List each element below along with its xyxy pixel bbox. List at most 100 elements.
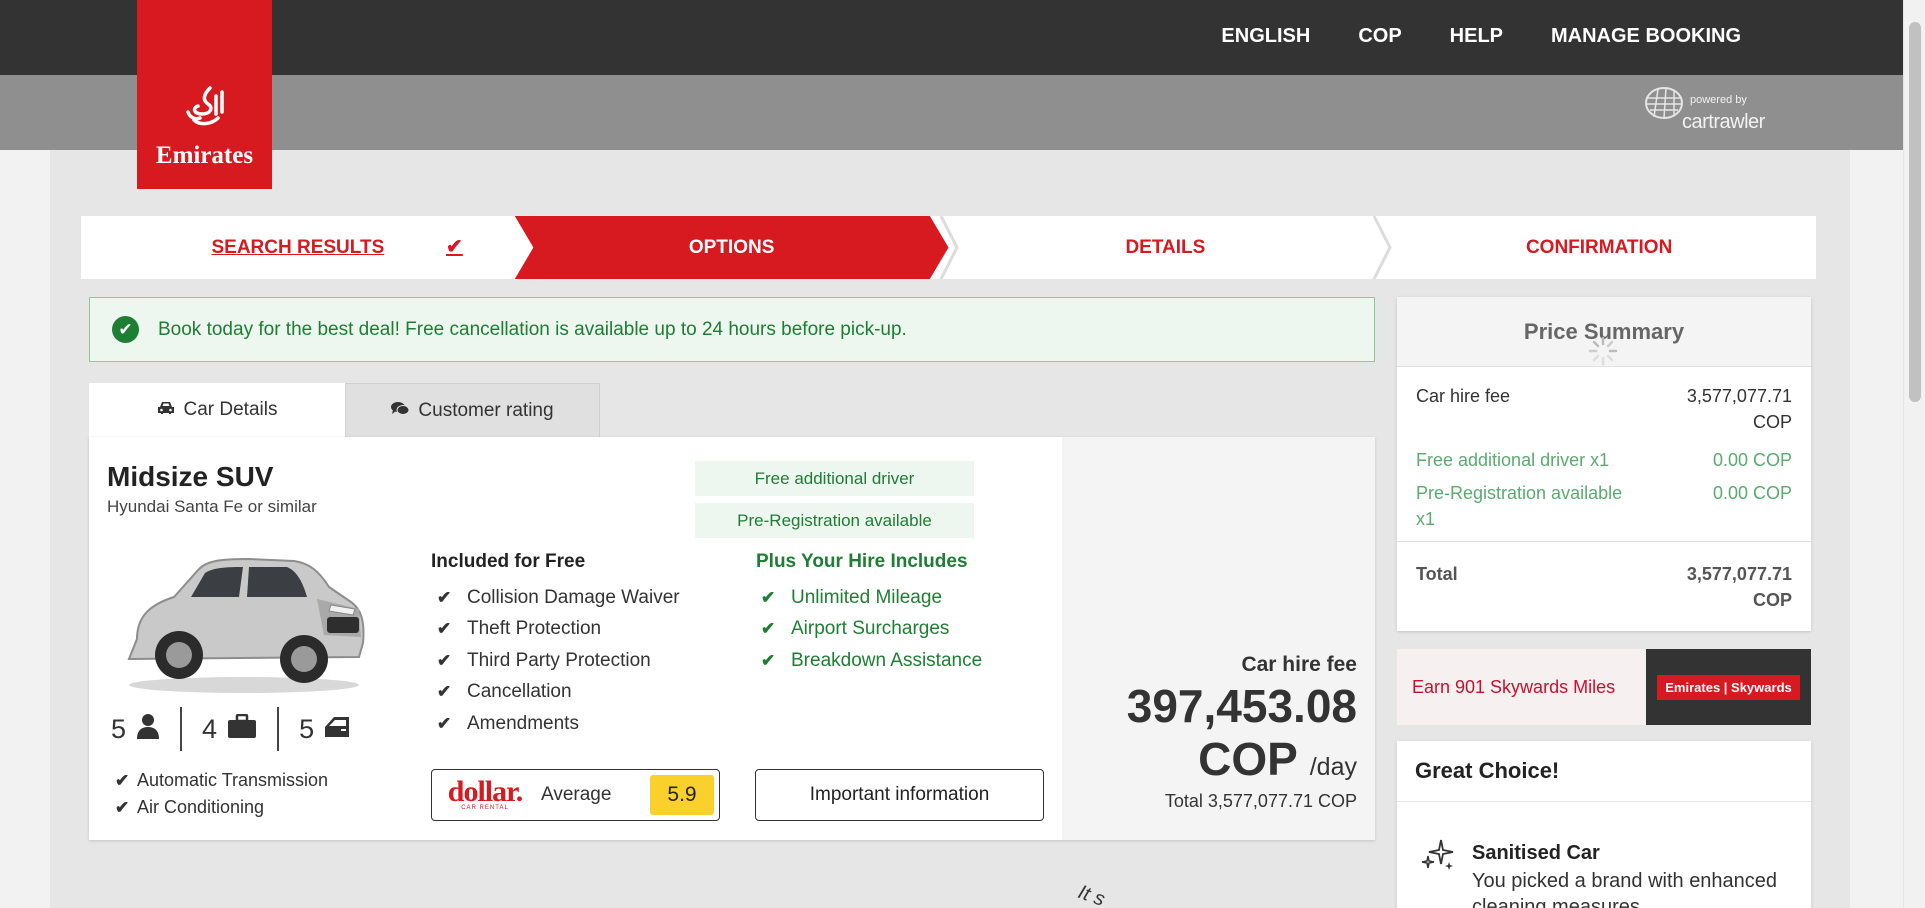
suitcase-icon bbox=[227, 713, 257, 745]
step-confirmation-label: CONFIRMATION bbox=[1525, 236, 1673, 258]
emirates-arabic-glyph bbox=[137, 84, 272, 141]
skywards-miles-text: Earn 901 Skywards Miles bbox=[1397, 649, 1646, 725]
tab-car-details[interactable]: Car Details bbox=[89, 383, 345, 437]
extra-transmission: Automatic Transmission bbox=[137, 770, 329, 790]
car-category: Midsize SUV bbox=[107, 461, 274, 492]
check-icon: ✔ bbox=[761, 587, 776, 607]
price-panel: Car hire fee 397,453.08 COP /day Total 3… bbox=[1062, 437, 1375, 840]
summary-row-label: Free additional driver x1 bbox=[1416, 450, 1610, 470]
help-link[interactable]: HELP bbox=[1450, 25, 1503, 48]
price-label: Car hire fee bbox=[1241, 653, 1357, 676]
manage-booking-link[interactable]: MANAGE BOOKING bbox=[1551, 25, 1741, 48]
great-choice-title: Great Choice! bbox=[1397, 741, 1811, 802]
step-divider-icon bbox=[1372, 216, 1392, 279]
cancellation-notice: ✔ Book today for the best deal! Free can… bbox=[89, 297, 1375, 362]
language-link[interactable]: ENGLISH bbox=[1221, 25, 1310, 48]
check-icon: ✔ bbox=[437, 587, 452, 607]
summary-divider bbox=[1397, 541, 1811, 542]
list-item: ✔ Cancellation bbox=[432, 677, 680, 709]
check-icon: ✔ bbox=[445, 236, 463, 258]
great-choice-card: Great Choice! Sanitised Car You picked a… bbox=[1397, 741, 1811, 908]
list-item: ✔ Theft Protection bbox=[432, 614, 680, 646]
passengers-count: 5 bbox=[111, 713, 127, 744]
list-item: ✔ Airport Surcharges bbox=[756, 614, 982, 646]
check-icon: ✔ bbox=[115, 797, 130, 817]
rating-label: Average bbox=[541, 784, 612, 805]
included-item: Amendments bbox=[467, 712, 579, 734]
skywards-banner: Earn 901 Skywards Miles Emirates | Skywa… bbox=[1397, 649, 1811, 725]
list-item: ✔ Collision Damage Waiver bbox=[432, 582, 680, 614]
step-details: DETAILS bbox=[939, 216, 1383, 279]
cartrawler-wordmark: cartrawler bbox=[1682, 111, 1765, 133]
car-card: Midsize SUV Hyundai Santa Fe or similar … bbox=[89, 437, 1375, 840]
summary-row-label: Car hire fee bbox=[1416, 386, 1511, 406]
important-information-button[interactable]: Important information bbox=[755, 769, 1044, 821]
doors-spec: 5 bbox=[277, 707, 370, 751]
check-icon: ✔ bbox=[115, 770, 130, 790]
passengers-spec: 5 bbox=[111, 707, 180, 751]
emirates-skywards-logo: Emirates | Skywards bbox=[1657, 674, 1800, 700]
bags-count: 4 bbox=[202, 713, 218, 744]
included-list: ✔ Collision Damage Waiver ✔ Theft Protecti… bbox=[432, 582, 680, 740]
plus-list: ✔ Unlimited Mileage ✔ Airport Surcharges ✔… bbox=[756, 582, 982, 677]
check-circle-icon: ✔ bbox=[112, 316, 139, 343]
price-total: Total 3,577,077.71 COP bbox=[1164, 791, 1357, 811]
step-confirmation: CONFIRMATION bbox=[1372, 216, 1816, 279]
emirates-logo[interactable]: Emirates bbox=[137, 0, 272, 189]
skywards-logo-panel: Emirates | Skywards bbox=[1646, 649, 1811, 725]
step-options: OPTIONS bbox=[514, 216, 949, 279]
check-icon: ✔ bbox=[437, 619, 452, 639]
notice-text: Book today for the best deal! Free cance… bbox=[158, 318, 907, 340]
summary-total-value: 3,577,077.71 COP bbox=[1686, 564, 1792, 610]
plus-heading: Plus Your Hire Includes bbox=[756, 551, 968, 572]
summary-row-value: 0.00 COP bbox=[1712, 483, 1792, 503]
included-item: Collision Damage Waiver bbox=[467, 586, 680, 608]
sparkle-icon bbox=[1419, 836, 1457, 881]
cartrawler-logo: powered by cartrawler bbox=[1642, 86, 1765, 138]
step-search-results-label: SEARCH RESULTS bbox=[211, 236, 385, 258]
price-value: 397,453.08 bbox=[1126, 680, 1357, 732]
price-amount: 397,453.08 COP /day bbox=[1127, 680, 1357, 794]
calligraphy-icon bbox=[185, 86, 224, 126]
plus-item: Breakdown Assistance bbox=[791, 649, 983, 671]
tab-customer-rating[interactable]: Customer rating bbox=[345, 383, 600, 437]
list-item: ✔ Automatic Transmission bbox=[115, 770, 328, 791]
included-item: Third Party Protection bbox=[467, 649, 651, 671]
pre-registration-badge: Pre-Registration available bbox=[695, 503, 974, 538]
summary-row-value: 3,577,077.71 COP bbox=[1686, 386, 1792, 432]
car-extras: ✔ Automatic Transmission ✔ Air Conditionin… bbox=[115, 770, 328, 824]
powered-by-label: powered by bbox=[1690, 94, 1747, 106]
summary-total-label: Total bbox=[1416, 564, 1458, 584]
emirates-wordmark: Emirates bbox=[155, 142, 254, 169]
summary-total-row: Total 3,577,077.71 COP bbox=[1416, 561, 1792, 613]
included-heading: Included for Free bbox=[431, 551, 586, 572]
summary-row: Pre-Registration available x1 0.00 COP bbox=[1416, 480, 1792, 532]
price-currency: COP bbox=[1198, 733, 1297, 785]
rating-score: 5.9 bbox=[650, 775, 714, 815]
plus-item: Airport Surcharges bbox=[791, 618, 950, 640]
check-icon: ✔ bbox=[761, 650, 776, 670]
price-unit: /day bbox=[1309, 753, 1357, 781]
check-icon: ✔ bbox=[761, 619, 776, 639]
loading-spinner-icon bbox=[1588, 336, 1618, 366]
step-search-results[interactable]: SEARCH RESULTS ✔ bbox=[81, 216, 515, 279]
tab-car-details-label: Car Details bbox=[183, 399, 278, 420]
list-item: ✔ Amendments bbox=[432, 708, 680, 740]
car-model: Hyundai Santa Fe or similar bbox=[107, 497, 317, 516]
list-item: ✔ Air Conditioning bbox=[115, 797, 328, 818]
currency-link[interactable]: COP bbox=[1358, 25, 1401, 48]
dollar-wordmark: dollar. bbox=[447, 775, 523, 808]
supplier-rating[interactable]: dollar. CAR RENTAL Average 5.9 bbox=[431, 769, 720, 821]
top-nav: ENGLISH COP HELP MANAGE BOOKING bbox=[1221, 25, 1741, 48]
included-item: Cancellation bbox=[467, 681, 572, 703]
car-image bbox=[127, 557, 365, 693]
scrollbar-thumb[interactable] bbox=[1909, 22, 1921, 402]
summary-row-value: 0.00 COP bbox=[1712, 450, 1792, 470]
step-details-label: DETAILS bbox=[1125, 236, 1206, 258]
page-scrollbar[interactable] bbox=[1903, 0, 1925, 908]
dollar-logo: dollar. CAR RENTAL bbox=[441, 775, 529, 812]
list-item: ✔ Third Party Protection bbox=[432, 645, 680, 677]
car-tabs: Car Details Customer rating bbox=[89, 383, 600, 437]
included-item: Theft Protection bbox=[467, 618, 602, 640]
person-icon bbox=[136, 713, 160, 746]
